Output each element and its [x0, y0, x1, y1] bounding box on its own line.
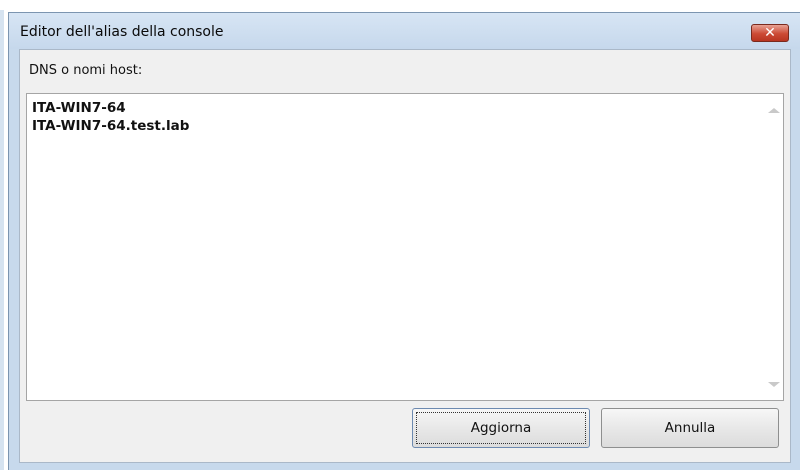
close-icon: ✕	[764, 25, 776, 41]
scroll-down-arrow-icon[interactable]	[768, 382, 780, 387]
close-button[interactable]: ✕	[751, 24, 789, 42]
hosts-label: DNS o nomi host:	[29, 63, 143, 78]
update-button[interactable]: Aggiorna	[412, 408, 590, 448]
cancel-button-label: Annulla	[664, 420, 716, 436]
hosts-textarea[interactable]: ITA-WIN7-64 ITA-WIN7-64.test.lab	[26, 93, 784, 401]
dialog-title: Editor dell'alias della console	[20, 24, 224, 40]
title-bar[interactable]: Editor dell'alias della console ✕	[9, 13, 800, 49]
background-window-edge	[0, 10, 4, 470]
vertical-scrollbar[interactable]	[764, 94, 783, 400]
scroll-up-arrow-icon[interactable]	[768, 108, 780, 113]
host-entry: ITA-WIN7-64.test.lab	[32, 118, 190, 134]
alias-editor-dialog: Editor dell'alias della console ✕ DNS o …	[8, 12, 800, 470]
host-entry: ITA-WIN7-64	[32, 100, 126, 116]
focus-ring	[416, 412, 586, 444]
dialog-body: DNS o nomi host: ITA-WIN7-64 ITA-WIN7-64…	[19, 49, 791, 463]
desktop: Editor dell'alias della console ✕ DNS o …	[0, 0, 800, 470]
cancel-button[interactable]: Annulla	[601, 408, 779, 448]
